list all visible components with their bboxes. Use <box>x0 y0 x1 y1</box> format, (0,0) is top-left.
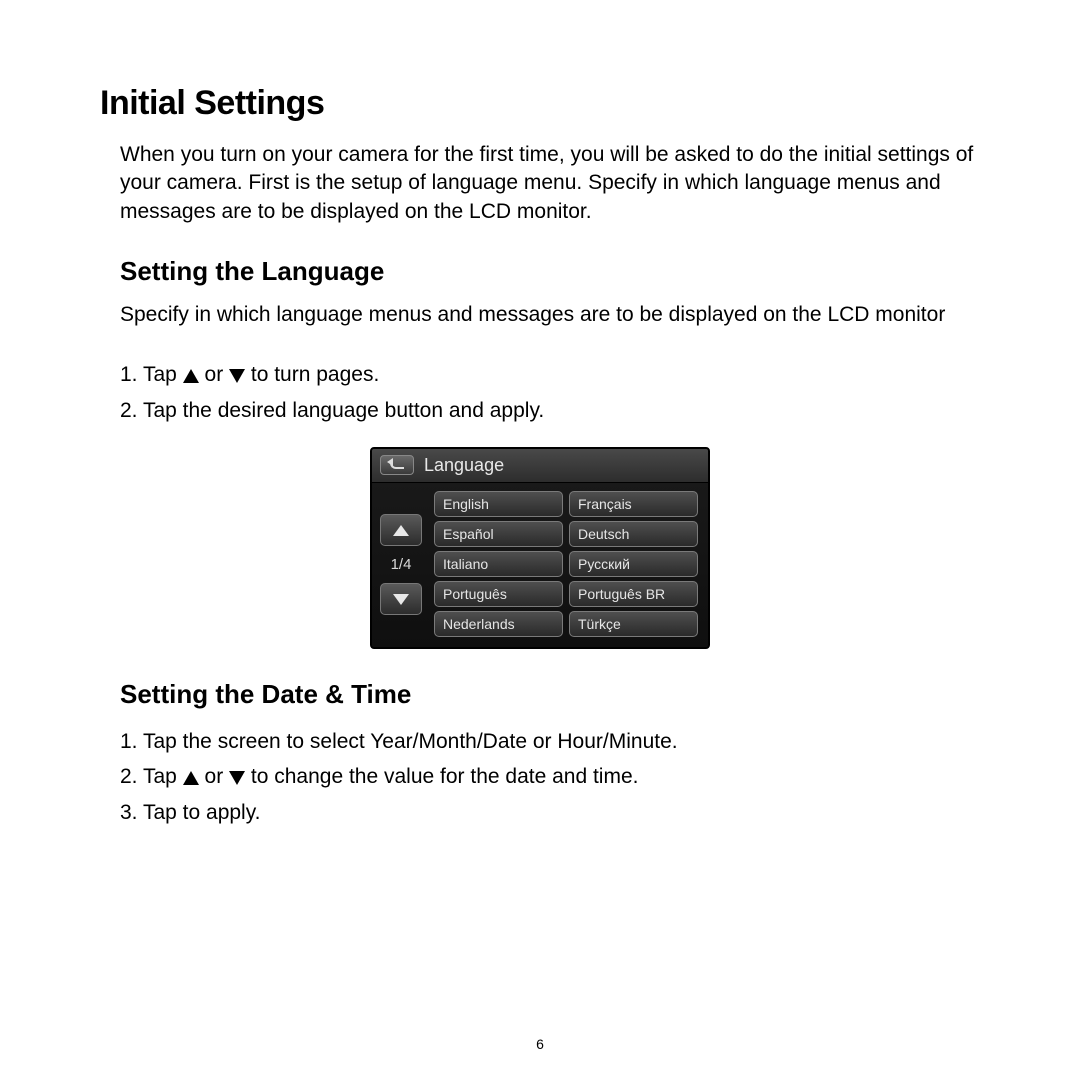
step-text: or <box>205 765 230 788</box>
datetime-step-2: 2. Tap or to change the value for the da… <box>120 759 980 795</box>
page-down-button[interactable] <box>380 583 422 615</box>
language-steps: 1. Tap or to turn pages. 2. Tap the desi… <box>100 357 980 428</box>
language-option[interactable]: Italiano <box>434 551 563 577</box>
step-text: 2. Tap <box>120 765 183 788</box>
triangle-down-icon <box>393 594 409 605</box>
step-text: to turn pages. <box>251 363 379 386</box>
language-option[interactable]: Türkçe <box>569 611 698 637</box>
lcd-title: Language <box>424 455 504 476</box>
language-option[interactable]: Português <box>434 581 563 607</box>
datetime-step-1: 1. Tap the screen to select Year/Month/D… <box>120 724 980 760</box>
datetime-step-3: 3. Tap to apply. <box>120 795 980 831</box>
language-option[interactable]: Français <box>569 491 698 517</box>
section-heading-datetime: Setting the Date & Time <box>120 679 980 710</box>
language-option[interactable]: Español <box>434 521 563 547</box>
triangle-down-icon <box>229 369 245 383</box>
pager-label: 1/4 <box>391 556 412 573</box>
language-option[interactable]: Português BR <box>569 581 698 607</box>
language-option[interactable]: Nederlands <box>434 611 563 637</box>
page-number: 6 <box>0 1036 1080 1052</box>
language-step-1: 1. Tap or to turn pages. <box>120 357 980 393</box>
step-text: to change the value for the date and tim… <box>251 765 639 788</box>
language-option[interactable]: Русский <box>569 551 698 577</box>
datetime-steps: 1. Tap the screen to select Year/Month/D… <box>100 724 980 831</box>
step-text: 1. Tap <box>120 363 183 386</box>
triangle-up-icon <box>393 525 409 536</box>
lcd-figure: Language 1/4 English Français Español D <box>370 447 710 649</box>
triangle-up-icon <box>183 369 199 383</box>
language-step-2: 2. Tap the desired language button and a… <box>120 393 980 429</box>
manual-page: Initial Settings When you turn on your c… <box>0 0 1080 1080</box>
section-language-desc: Specify in which language menus and mess… <box>100 301 980 329</box>
back-arrow-icon <box>390 461 404 469</box>
language-option[interactable]: English <box>434 491 563 517</box>
step-text: or <box>205 363 230 386</box>
triangle-down-icon <box>229 771 245 785</box>
lcd-header: Language <box>372 449 708 483</box>
pager: 1/4 <box>372 483 430 647</box>
language-option[interactable]: Deutsch <box>569 521 698 547</box>
intro-paragraph: When you turn on your camera for the fir… <box>100 141 980 226</box>
back-button[interactable] <box>380 455 414 475</box>
page-title: Initial Settings <box>100 84 980 123</box>
lcd-screen: Language 1/4 English Français Español D <box>370 447 710 649</box>
triangle-up-icon <box>183 771 199 785</box>
section-heading-language: Setting the Language <box>120 256 980 287</box>
language-grid: English Français Español Deutsch Italian… <box>430 483 708 647</box>
lcd-body: 1/4 English Français Español Deutsch Ita… <box>372 483 708 647</box>
page-up-button[interactable] <box>380 514 422 546</box>
